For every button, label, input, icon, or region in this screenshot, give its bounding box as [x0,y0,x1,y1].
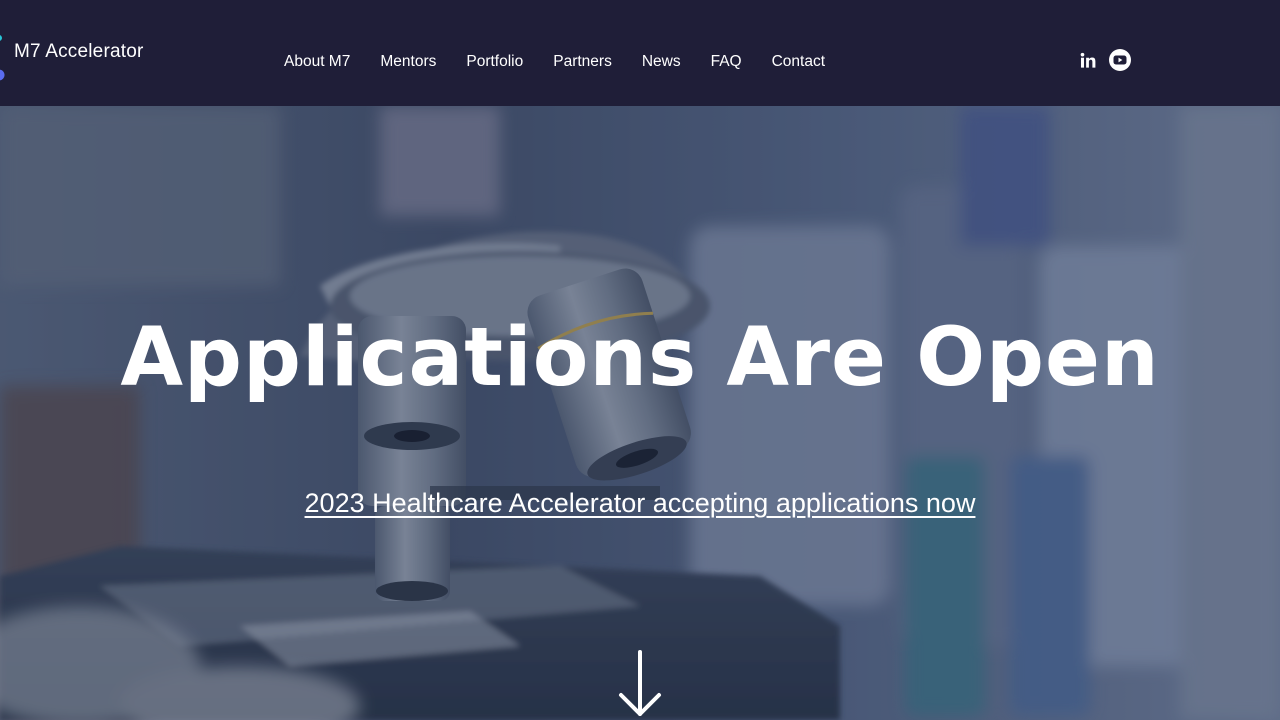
applications-link[interactable]: 2023 Healthcare Accelerator accepting ap… [0,488,1280,519]
page: M7 Accelerator About M7 Mentors Portfoli… [0,0,1280,720]
hero-overlay [0,106,1280,720]
nav-item-portfolio[interactable]: Portfolio [451,53,538,71]
site-header: M7 Accelerator About M7 Mentors Portfoli… [0,0,1280,106]
logo-text: M7 Accelerator [14,41,144,62]
nav-item-faq[interactable]: FAQ [696,53,757,71]
nav-item-mentors[interactable]: Mentors [365,53,451,71]
linkedin-icon[interactable] [1076,48,1100,72]
hero-title: Applications Are Open [120,311,1160,405]
nav-item-news[interactable]: News [627,53,696,71]
nav-item-partners[interactable]: Partners [538,53,627,71]
youtube-icon[interactable] [1108,48,1132,72]
main-nav: About M7 Mentors Portfolio Partners News… [269,50,840,74]
nav-item-contact[interactable]: Contact [757,53,840,71]
logo[interactable]: M7 Accelerator [0,30,200,82]
hero-section: Applications Are Open 2023 Healthcare Ac… [0,106,1280,720]
nav-item-about[interactable]: About M7 [269,53,365,71]
social-links [1076,48,1132,72]
logo-mark-icon [0,35,5,81]
arrow-down-icon[interactable] [617,650,663,720]
